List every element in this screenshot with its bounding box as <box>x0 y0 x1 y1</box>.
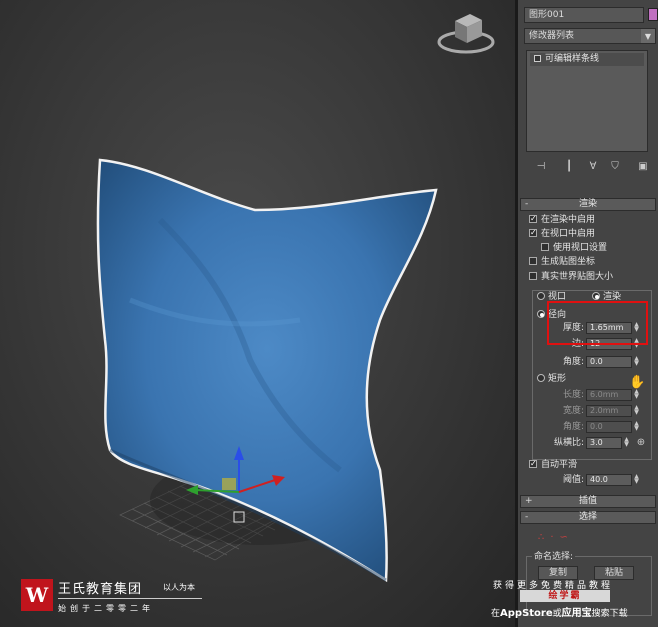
width-label: 宽度: <box>562 406 584 416</box>
spinner-arrows-icon[interactable]: ▲ ▼ <box>632 389 641 401</box>
checkbox-icon <box>529 213 537 225</box>
aspect-spinner[interactable]: 3.0 <box>586 437 622 449</box>
object-name-input[interactable]: 图形001 <box>524 7 644 23</box>
enable-in-viewport-checkbox[interactable]: 在视口中启用 <box>529 227 596 240</box>
spinner-arrows-icon[interactable]: ▲ ▼ <box>632 356 641 368</box>
lock-aspect-icon[interactable]: ⊕ <box>632 434 650 452</box>
auto-smooth-checkbox[interactable]: 自动平滑 <box>529 458 578 471</box>
collapse-icon: - <box>525 199 529 209</box>
company-slogan: 以人为本 <box>163 583 195 592</box>
promo-suffix: 搜索下载 <box>591 609 628 619</box>
spinner-arrows-icon[interactable]: ▲ ▼ <box>632 421 641 433</box>
company-logo: W <box>21 579 53 611</box>
promo-yyb: 应用宝 <box>561 608 592 619</box>
pin-stack-icon[interactable]: ⊣ <box>532 158 550 176</box>
company-name: 王氏教育集团 <box>58 582 143 597</box>
modifier-stack: 可编辑样条线 <box>526 50 648 152</box>
viewcube <box>437 14 495 54</box>
named-selections-label: 命名选择: <box>532 551 576 563</box>
radio-icon <box>537 374 545 382</box>
enable-in-viewport-label: 在视口中启用 <box>541 229 596 239</box>
use-viewport-settings-checkbox[interactable]: 使用视口设置 <box>541 242 607 254</box>
checkbox-icon <box>529 458 537 470</box>
use-viewport-settings-label: 使用视口设置 <box>553 243 608 253</box>
spinner-arrows-icon[interactable]: ▲ ▼ <box>622 437 631 449</box>
generate-mapping-checkbox[interactable]: 生成贴图坐标 <box>529 256 595 268</box>
promo-appstore: AppStore <box>500 608 553 619</box>
promo-brand: 绘学霸 <box>520 590 610 602</box>
show-end-result-icon[interactable]: ┃ <box>560 158 578 176</box>
sub-object-level-icons[interactable]: ∴·∽ <box>538 532 638 544</box>
stack-item-editable-spline[interactable]: 可编辑样条线 <box>530 53 644 66</box>
radio-icon <box>537 310 545 318</box>
checkbox-icon <box>529 257 537 265</box>
enable-in-renderer-checkbox[interactable]: 在渲染中启用 <box>529 213 596 226</box>
radio-icon <box>537 292 545 300</box>
expand-icon <box>534 55 541 62</box>
make-unique-icon[interactable]: ∀ <box>584 158 602 176</box>
thickness-highlight-box <box>547 301 648 345</box>
real-world-map-size-checkbox[interactable]: 真实世界贴图大小 <box>529 271 613 283</box>
hand-cursor-icon: ✋ <box>629 375 646 390</box>
render-rollout-header[interactable]: - 渲染 <box>520 198 656 211</box>
selection-rollout-header[interactable]: - 选择 <box>520 511 656 524</box>
modifier-list-dropdown[interactable]: 修改器列表 ▼ <box>524 28 656 44</box>
interpolation-rollout-header[interactable]: + 插值 <box>520 495 656 508</box>
logo-letter: W <box>25 583 49 607</box>
modifier-list-label: 修改器列表 <box>529 31 575 41</box>
collapse-icon: - <box>525 512 529 522</box>
rectangular-radio[interactable]: 矩形 <box>537 373 566 385</box>
auto-smooth-label: 自动平滑 <box>541 460 578 470</box>
length-spinner[interactable]: 6.0mm <box>586 389 632 401</box>
spinner-arrows-icon[interactable]: ▲ ▼ <box>632 405 641 417</box>
stack-toolbar: ⊣ ┃ ∀ ⛉ ▣ <box>526 158 656 176</box>
generate-mapping-label: 生成贴图坐标 <box>541 257 596 267</box>
rectangular-radio-label: 矩形 <box>548 374 567 384</box>
expand-icon: + <box>525 496 533 506</box>
checkbox-icon <box>541 243 549 251</box>
width-spinner[interactable]: 2.0mm <box>586 405 632 417</box>
radio-icon <box>592 292 600 300</box>
checkbox-icon <box>529 227 537 239</box>
spinner-arrows-icon[interactable]: ▲ ▼ <box>632 474 641 486</box>
rect-angle-label: 角度: <box>562 422 584 432</box>
viewport-scene <box>96 14 495 583</box>
promo-or: 或 <box>552 609 562 619</box>
threshold-spinner[interactable]: 40.0 <box>586 474 632 486</box>
angle-label: 角度: <box>562 357 584 367</box>
stack-item-label: 可编辑样条线 <box>545 54 600 64</box>
rect-angle-spinner[interactable]: 0.0 <box>586 421 632 433</box>
chevron-down-icon: ▼ <box>641 29 655 43</box>
enable-in-renderer-label: 在渲染中启用 <box>541 215 596 225</box>
angle-spinner[interactable]: 0.0 <box>586 356 632 368</box>
promo-line-3: 在AppStore或应用宝搜索下载 <box>491 604 628 619</box>
configure-sets-icon[interactable]: ▣ <box>634 158 652 176</box>
selection-rollout-title: 选择 <box>578 512 597 522</box>
length-label: 长度: <box>562 390 584 400</box>
aspect-label: 纵横比: <box>553 438 584 448</box>
3d-viewport[interactable] <box>0 0 515 627</box>
checkbox-icon <box>529 272 537 280</box>
object-color-swatch[interactable] <box>648 8 658 21</box>
threshold-label: 阈值: <box>562 475 584 485</box>
promo-prefix: 在 <box>491 609 501 619</box>
remove-modifier-icon[interactable]: ⛉ <box>606 158 624 176</box>
logo-divider <box>58 598 202 599</box>
interpolation-rollout-title: 插值 <box>578 496 597 506</box>
company-since: 始创于二零零二年 <box>58 604 154 613</box>
render-rollout-title: 渲染 <box>578 199 597 209</box>
real-world-map-size-label: 真实世界贴图大小 <box>541 272 614 282</box>
